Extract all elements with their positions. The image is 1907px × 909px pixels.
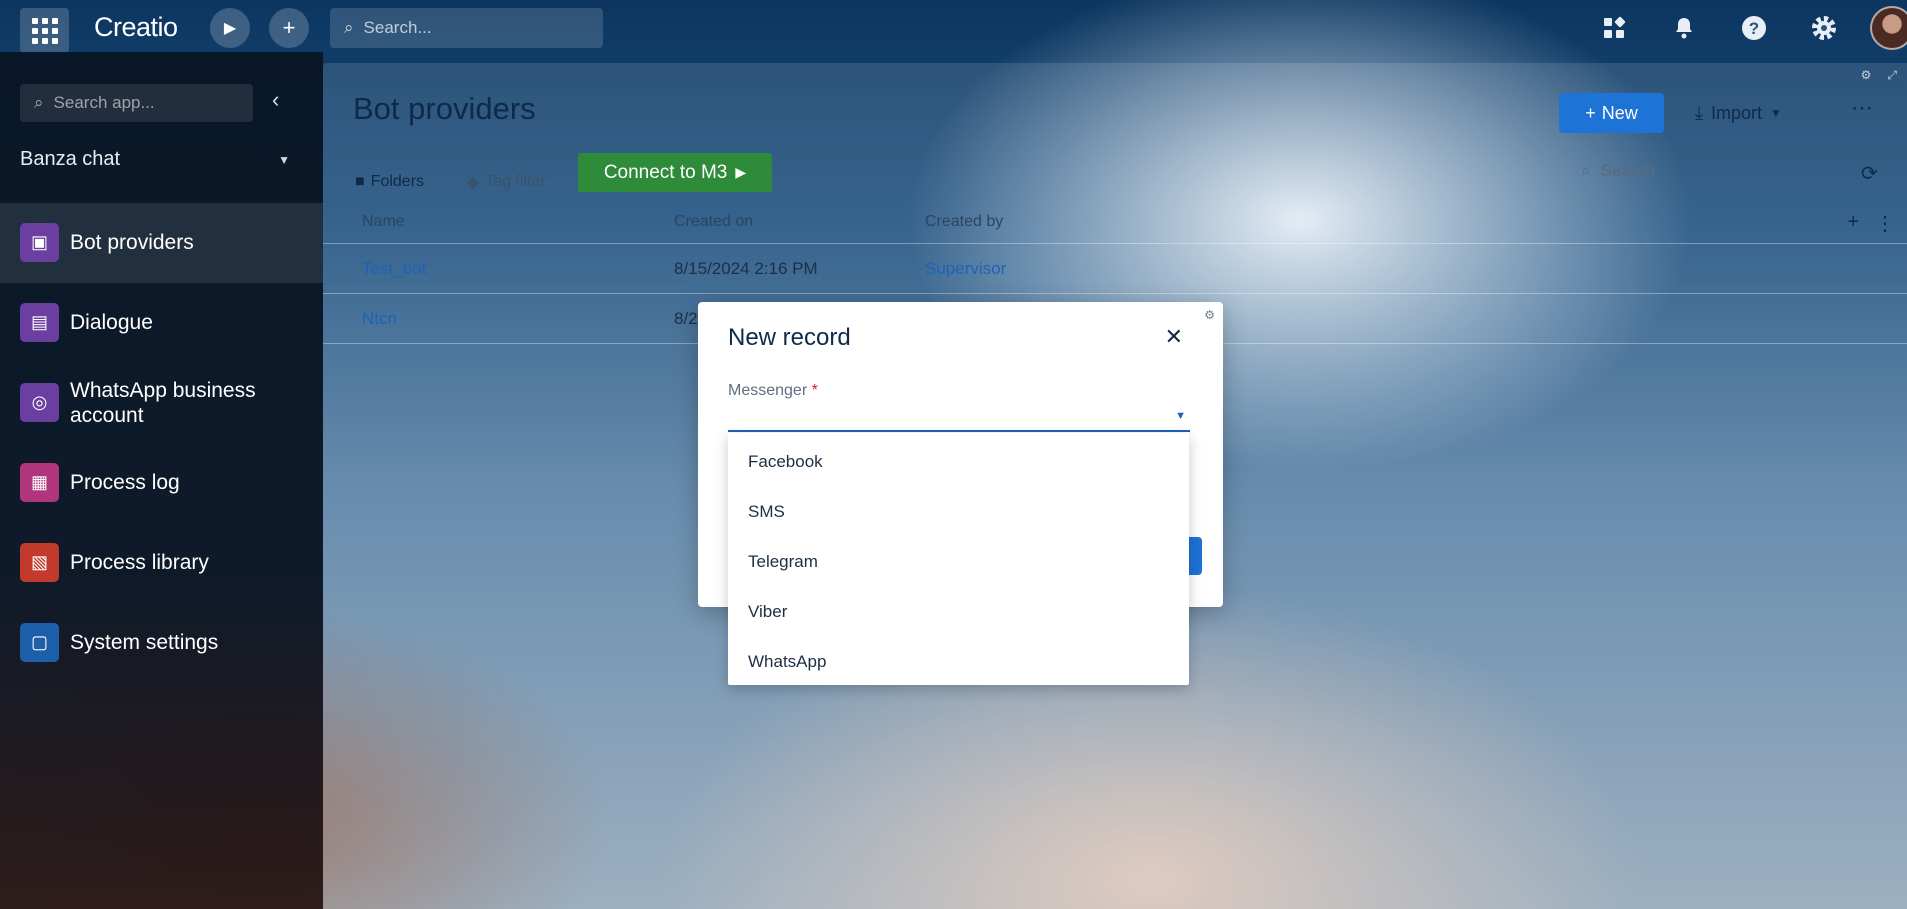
add-column-icon[interactable]: + (1847, 211, 1859, 236)
bot-provider-icon: ▣ (20, 223, 59, 262)
chevron-down-icon: ▼ (1769, 106, 1782, 120)
table-row[interactable]: Test_bot 8/15/2024 2:16 PM Supervisor (323, 244, 1907, 294)
list-search-placeholder: Search (1600, 161, 1655, 180)
chevron-down-icon: ▼ (278, 152, 290, 167)
sidebar-item-process-log[interactable]: ▦ Process log (0, 443, 323, 523)
row-created-on: 8/15/2024 2:16 PM (674, 258, 818, 278)
dropdown-option-viber[interactable]: Viber (728, 587, 1189, 637)
dropdown-option-facebook[interactable]: Facebook (728, 437, 1189, 487)
sidebar-item-label: Process log (70, 471, 180, 494)
refresh-icon[interactable]: ⟳ (1861, 161, 1878, 186)
workspace-selector[interactable]: Banza chat ▼ (20, 148, 290, 171)
system-settings-icon: ▢ (20, 623, 59, 662)
chat-icon: ▤ (20, 303, 59, 342)
import-button-label: Import (1710, 102, 1762, 123)
run-process-button[interactable]: ▶ (210, 8, 250, 48)
more-options-icon[interactable]: ⋯ (1851, 95, 1873, 121)
column-header-created-by[interactable]: Created by (925, 213, 1003, 231)
sidebar-item-label: Bot providers (70, 231, 194, 254)
download-icon: ⤓ (1695, 102, 1703, 123)
messenger-dropdown: Facebook SMS Telegram Viber WhatsApp (728, 433, 1189, 685)
table-header-actions: + ⋮ (1847, 211, 1895, 236)
messenger-label-text: Messenger (728, 382, 808, 399)
row-name-link[interactable]: Ntcn (362, 309, 397, 329)
sidebar-item-label: WhatsApp business account (70, 379, 256, 427)
notification-bell-icon[interactable] (1668, 12, 1700, 44)
column-header-name[interactable]: Name (362, 213, 405, 231)
plus-icon: + (1585, 102, 1596, 123)
sidebar-item-system-settings[interactable]: ▢ System settings (0, 603, 323, 683)
sidebar-item-process-library[interactable]: ▧ Process library (0, 523, 323, 603)
sidebar-item-label: Process library (70, 551, 209, 574)
row-created-on: 8/2 (674, 308, 698, 328)
creatio-logo: Creatio (94, 12, 178, 42)
svg-text:?: ? (1749, 19, 1759, 38)
collapse-sidebar-icon[interactable]: ‹ (272, 87, 279, 113)
folders-label: Folders (370, 173, 425, 190)
process-library-icon: ▧ (20, 543, 59, 582)
sidebar-item-label: Dialogue (70, 311, 153, 334)
panel-controls: ⚙ ⤢ (1861, 68, 1897, 83)
app-grid-icon[interactable] (20, 8, 69, 53)
new-button[interactable]: + New (1559, 93, 1664, 133)
tag-filter-label: Tag filter (485, 173, 546, 190)
dialog-settings-gear-icon[interactable]: ⚙ (1204, 308, 1215, 322)
folders-button[interactable]: ■ Folders (355, 163, 424, 201)
search-icon: ⌕ (34, 93, 44, 112)
settings-gear-icon[interactable] (1808, 12, 1840, 44)
user-avatar[interactable] (1870, 6, 1907, 50)
play-icon: ▶ (223, 20, 237, 37)
global-search-placeholder: Search... (363, 18, 432, 37)
close-icon[interactable]: ✕ (1165, 324, 1183, 350)
dropdown-option-telegram[interactable]: Telegram (728, 537, 1189, 587)
import-button[interactable]: ⤓ Import ▼ (1695, 93, 1782, 133)
new-button-label: New (1601, 102, 1638, 123)
dropdown-option-whatsapp[interactable]: WhatsApp (728, 637, 1189, 687)
dialog-title: New record (728, 324, 851, 351)
column-options-icon[interactable]: ⋮ (1875, 211, 1895, 236)
sidebar-item-label: System settings (70, 631, 219, 654)
help-icon[interactable]: ? (1738, 12, 1770, 44)
messenger-field-label: Messenger * (728, 382, 818, 400)
folder-icon: ■ (355, 173, 365, 190)
sidebar-item-dialogue[interactable]: ▤ Dialogue (0, 283, 323, 363)
whatsapp-icon: ◎ (20, 383, 59, 422)
column-header-created-on[interactable]: Created on (674, 213, 753, 231)
table-header: Name Created on Created by + ⋮ (323, 201, 1907, 244)
list-search-input[interactable]: ⌕ Search (1581, 161, 1654, 181)
messenger-select[interactable]: ▼ (728, 402, 1190, 432)
connect-label: Connect to M3 (603, 161, 728, 183)
required-marker: * (811, 382, 818, 399)
tag-icon: ◆ (467, 174, 480, 191)
global-search-input[interactable]: ⌕ Search... (330, 8, 603, 48)
gear-icon[interactable]: ⚙ (1861, 68, 1872, 83)
row-name-link[interactable]: Test_bot (362, 259, 426, 279)
app-search-placeholder: Search app... (53, 93, 155, 112)
app-search-input[interactable]: ⌕ Search app... (20, 84, 253, 122)
page-title: Bot providers (353, 91, 536, 126)
add-button[interactable]: + (269, 8, 309, 48)
sidebar-item-bot-providers[interactable]: ▣ Bot providers (0, 203, 323, 283)
row-created-by-link[interactable]: Supervisor (925, 259, 1006, 279)
apps-icon[interactable] (1598, 12, 1630, 44)
search-icon: ⌕ (344, 18, 354, 37)
process-log-icon: ▦ (20, 463, 59, 502)
connect-to-m3-button[interactable]: Connect to M3 ▶ (578, 153, 772, 192)
workspace-name: Banza chat (20, 148, 121, 170)
tag-filter-button[interactable]: ◆ Tag filter (467, 163, 546, 201)
expand-icon[interactable]: ⤢ (1887, 68, 1897, 83)
chevron-down-icon[interactable]: ▼ (1175, 410, 1186, 422)
dropdown-option-sms[interactable]: SMS (728, 487, 1189, 537)
top-bar: Creatio ▶ + ⌕ Search... ? (0, 0, 1907, 53)
sidebar-item-whatsapp-business-account[interactable]: ◎ WhatsApp business account (0, 363, 323, 443)
search-icon: ⌕ (1581, 161, 1591, 180)
sidebar: ⌕ Search app... ‹ Banza chat ▼ ▣ Bot pro… (0, 52, 323, 909)
plus-icon: + (282, 15, 296, 40)
play-icon: ▶ (735, 164, 747, 180)
